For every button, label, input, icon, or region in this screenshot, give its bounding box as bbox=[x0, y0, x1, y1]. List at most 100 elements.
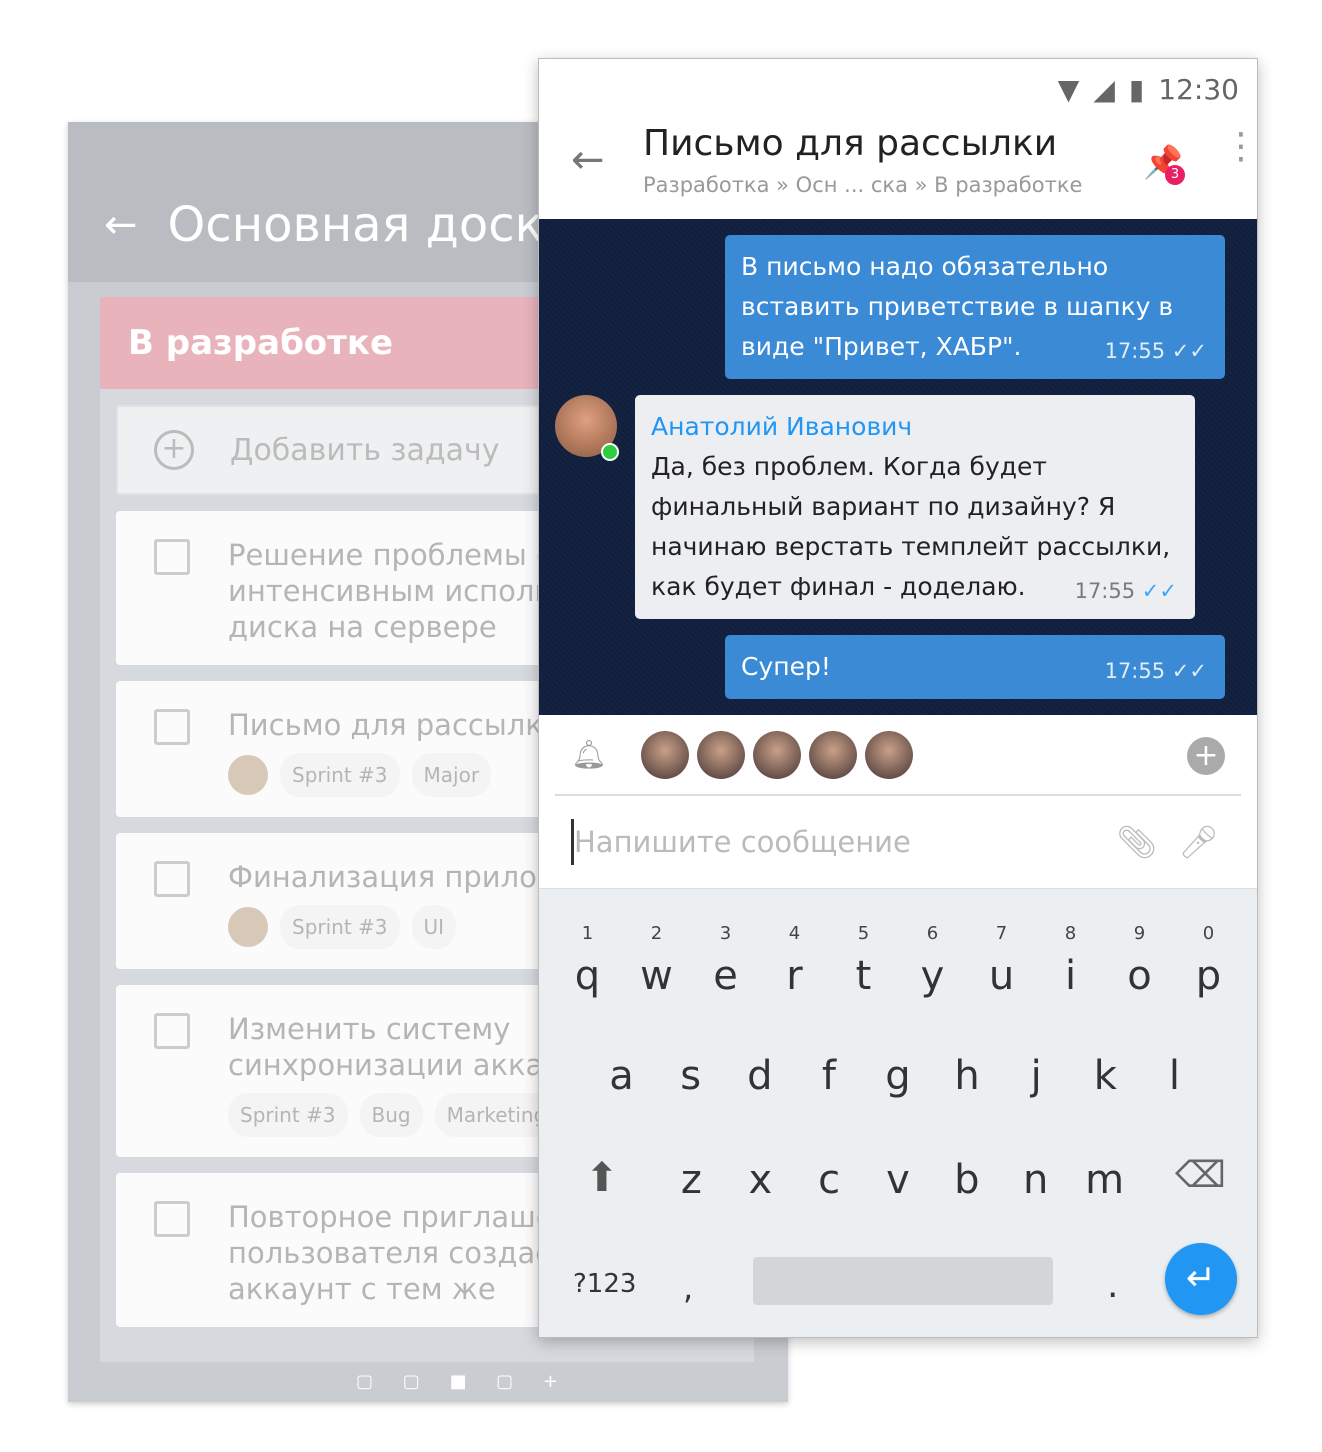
key-s[interactable]: s bbox=[656, 1053, 725, 1099]
key-c[interactable]: c bbox=[795, 1157, 864, 1203]
task-tag: UI bbox=[411, 905, 457, 949]
message-time: 17:55 bbox=[1104, 339, 1166, 363]
back-arrow-icon[interactable]: ← bbox=[571, 137, 605, 183]
task-checkbox[interactable] bbox=[154, 861, 190, 897]
participant-avatar[interactable] bbox=[808, 730, 857, 779]
space-key[interactable] bbox=[753, 1257, 1053, 1305]
task-checkbox[interactable] bbox=[154, 1201, 190, 1237]
more-vert-icon[interactable]: ⋮ bbox=[1223, 129, 1257, 165]
key-label: r bbox=[786, 953, 803, 999]
key-label: v bbox=[886, 1157, 910, 1203]
key-hint: 1 bbox=[581, 923, 594, 944]
task-checkbox[interactable] bbox=[154, 1013, 190, 1049]
key-label: x bbox=[748, 1157, 773, 1203]
key-label: m bbox=[1085, 1157, 1125, 1203]
key-f[interactable]: f bbox=[794, 1053, 863, 1099]
key-label: d bbox=[747, 1053, 773, 1099]
participants-bar: 🔔︎ + bbox=[555, 715, 1241, 796]
period-key[interactable]: . bbox=[1107, 1265, 1118, 1306]
key-label: g bbox=[885, 1053, 911, 1099]
key-m[interactable]: m bbox=[1070, 1157, 1139, 1203]
key-y[interactable]: 6y bbox=[898, 923, 967, 999]
key-label: j bbox=[1030, 1053, 1042, 1099]
participant-avatar[interactable] bbox=[640, 730, 689, 779]
key-z[interactable]: z bbox=[657, 1157, 726, 1203]
key-label: o bbox=[1127, 953, 1152, 999]
shift-key[interactable]: ⬆ bbox=[585, 1155, 619, 1201]
key-l[interactable]: l bbox=[1140, 1053, 1209, 1099]
keyboard: 1q2w3e4r5t6y7u8i9o0p asdfghjkl zxcvbnm ⬆… bbox=[539, 889, 1257, 1337]
message-text: Супер! bbox=[741, 652, 831, 681]
clock: 12:30 bbox=[1158, 72, 1239, 106]
key-v[interactable]: v bbox=[864, 1157, 933, 1203]
key-t[interactable]: 5t bbox=[829, 923, 898, 999]
key-w[interactable]: 2w bbox=[622, 923, 691, 999]
key-hint: 5 bbox=[857, 923, 870, 944]
comma-key[interactable]: , bbox=[683, 1269, 693, 1307]
message-author[interactable]: Анатолий Иванович bbox=[651, 407, 1179, 447]
key-label: t bbox=[855, 953, 872, 999]
enter-key[interactable]: ↵ bbox=[1165, 1243, 1237, 1315]
chat-screen: ▼ ◢ ▮ 12:30 ← Письмо для рассылки Разраб… bbox=[538, 58, 1258, 1338]
key-h[interactable]: h bbox=[933, 1053, 1002, 1099]
key-b[interactable]: b bbox=[932, 1157, 1001, 1203]
participant-avatar[interactable] bbox=[696, 730, 745, 779]
key-x[interactable]: x bbox=[726, 1157, 795, 1203]
signal-icon: ◢ bbox=[1093, 72, 1115, 106]
plus-icon: + bbox=[154, 430, 194, 470]
key-label: b bbox=[954, 1157, 980, 1203]
key-a[interactable]: a bbox=[587, 1053, 656, 1099]
message-time: 17:55 bbox=[1074, 579, 1136, 603]
board-title: Основная доска bbox=[167, 197, 574, 253]
double-check-icon: ✓✓ bbox=[1141, 579, 1177, 603]
task-tag: Sprint #3 bbox=[280, 753, 400, 797]
attach-icon[interactable]: 📎︎ bbox=[1116, 823, 1157, 861]
key-label: p bbox=[1195, 953, 1222, 999]
key-p[interactable]: 0p bbox=[1174, 923, 1243, 999]
key-i[interactable]: 8i bbox=[1036, 923, 1105, 999]
key-r[interactable]: 4r bbox=[760, 923, 829, 999]
wifi-icon: ▼ bbox=[1057, 72, 1080, 106]
key-n[interactable]: n bbox=[1001, 1157, 1070, 1203]
message-outgoing: Супер! 17:55 ✓✓ bbox=[725, 635, 1225, 699]
key-d[interactable]: d bbox=[725, 1053, 794, 1099]
key-label: a bbox=[609, 1053, 634, 1099]
key-label: q bbox=[574, 953, 601, 999]
key-q[interactable]: 1q bbox=[553, 923, 622, 999]
key-u[interactable]: 7u bbox=[967, 923, 1036, 999]
bell-icon[interactable]: 🔔︎ bbox=[571, 738, 607, 771]
key-label: h bbox=[954, 1053, 980, 1099]
message-time: 17:55 bbox=[1104, 659, 1166, 683]
task-tag: Major bbox=[411, 753, 492, 797]
key-hint: 2 bbox=[650, 923, 663, 944]
mic-icon[interactable]: 🎤︎ bbox=[1178, 823, 1219, 861]
breadcrumb[interactable]: Разработка » Осн ... ска » В разработке bbox=[643, 173, 1082, 197]
symbols-key[interactable]: ?123 bbox=[573, 1269, 636, 1299]
message-placeholder: Напишите сообщение bbox=[574, 825, 911, 859]
task-tag: Bug bbox=[359, 1093, 423, 1137]
key-label: u bbox=[988, 953, 1015, 999]
add-participant-button[interactable]: + bbox=[1187, 737, 1225, 775]
double-check-icon: ✓✓ bbox=[1171, 659, 1207, 683]
key-j[interactable]: j bbox=[1002, 1053, 1071, 1099]
back-arrow-icon[interactable]: ← bbox=[104, 202, 138, 248]
battery-icon: ▮ bbox=[1128, 72, 1145, 106]
key-e[interactable]: 3e bbox=[691, 923, 760, 999]
task-checkbox[interactable] bbox=[154, 709, 190, 745]
message-list: В письмо надо обязательно вставить приве… bbox=[539, 219, 1257, 715]
key-o[interactable]: 9o bbox=[1105, 923, 1174, 999]
key-label: f bbox=[821, 1053, 836, 1099]
key-hint: 0 bbox=[1202, 923, 1215, 944]
message-outgoing: В письмо надо обязательно вставить приве… bbox=[725, 235, 1225, 379]
task-checkbox[interactable] bbox=[154, 539, 190, 575]
message-input[interactable]: Напишите сообщение 📎︎ 🎤︎ bbox=[539, 796, 1257, 889]
key-k[interactable]: k bbox=[1071, 1053, 1140, 1099]
key-g[interactable]: g bbox=[863, 1053, 932, 1099]
key-hint: 8 bbox=[1064, 923, 1077, 944]
participant-avatar[interactable] bbox=[864, 730, 913, 779]
page-indicator[interactable]: ▢ ▢ ■ ▢ + bbox=[356, 1371, 570, 1392]
online-indicator bbox=[601, 443, 619, 461]
key-hint: 4 bbox=[788, 923, 801, 944]
participant-avatar[interactable] bbox=[752, 730, 801, 779]
backspace-key[interactable]: ⌫ bbox=[1175, 1155, 1226, 1196]
